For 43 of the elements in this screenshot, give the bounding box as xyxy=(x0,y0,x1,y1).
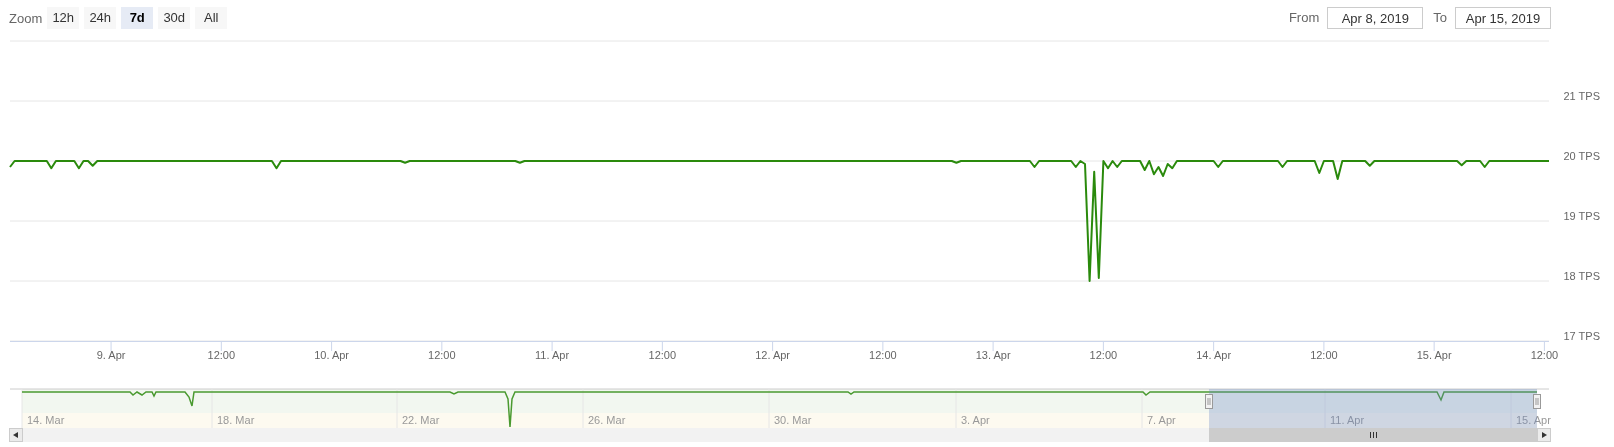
axis-label: 9. Apr xyxy=(96,349,126,361)
zoom-button[interactable]: 12h xyxy=(47,7,80,29)
axis-label: 12:00 xyxy=(1089,349,1118,361)
axis-label: 21 TPS xyxy=(1563,89,1600,102)
zoom-button[interactable]: 24h xyxy=(84,7,117,29)
from-label: From xyxy=(1288,9,1320,27)
navigator-label: 15. Apr xyxy=(1516,414,1551,426)
axis-label: 11. Apr xyxy=(535,349,570,361)
axis-label: 14. Apr xyxy=(1196,349,1232,361)
axis-label: 19 TPS xyxy=(1563,209,1600,222)
axis-label: 10. Apr xyxy=(314,349,349,361)
axis-label: 13. Apr xyxy=(975,349,1011,361)
navigator-label: 11. Apr xyxy=(1330,414,1365,426)
axis-label: 12. Apr xyxy=(755,349,791,361)
axis-label: 12:00 xyxy=(648,349,677,361)
axis-label: 12:00 xyxy=(869,349,897,361)
navigator-handle[interactable] xyxy=(1205,394,1213,409)
axis-label: 12:00 xyxy=(1310,349,1338,361)
from-date-field[interactable]: Apr 8, 2019 xyxy=(1327,7,1424,29)
axis-label: 15. Apr xyxy=(1416,349,1452,361)
scrollbar-thumb[interactable] xyxy=(1209,428,1537,442)
zoom-button[interactable]: All xyxy=(195,7,228,29)
navigator-label: 14. Mar xyxy=(27,414,65,426)
navigator-label: 22. Mar xyxy=(402,414,440,426)
navigator-label: 30. Mar xyxy=(774,414,812,426)
axis-label: 12:00 xyxy=(207,349,236,361)
navigator-label: 7. Apr xyxy=(1147,414,1176,426)
axis-label: 17 TPS xyxy=(1563,329,1600,342)
to-label: To xyxy=(1433,9,1447,27)
axis-label: 12:00 xyxy=(1530,349,1559,361)
zoom-button[interactable]: 30d xyxy=(158,7,191,29)
navigator-handle[interactable] xyxy=(1533,394,1541,409)
scroll-right-button[interactable] xyxy=(1537,428,1551,442)
navigator-label: 26. Mar xyxy=(588,414,626,426)
axis-label: 20 TPS xyxy=(1563,149,1600,162)
scroll-left-button[interactable] xyxy=(9,428,23,442)
axis-label: 18 TPS xyxy=(1563,269,1600,282)
axis-label: 12:00 xyxy=(428,349,456,361)
to-date-field[interactable]: Apr 15, 2019 xyxy=(1455,7,1551,29)
navigator-label: 3. Apr xyxy=(961,414,990,426)
zoom-label: Zoom xyxy=(9,10,43,28)
zoom-button[interactable]: 7d xyxy=(121,7,154,29)
navigator-label: 18. Mar xyxy=(217,414,255,426)
